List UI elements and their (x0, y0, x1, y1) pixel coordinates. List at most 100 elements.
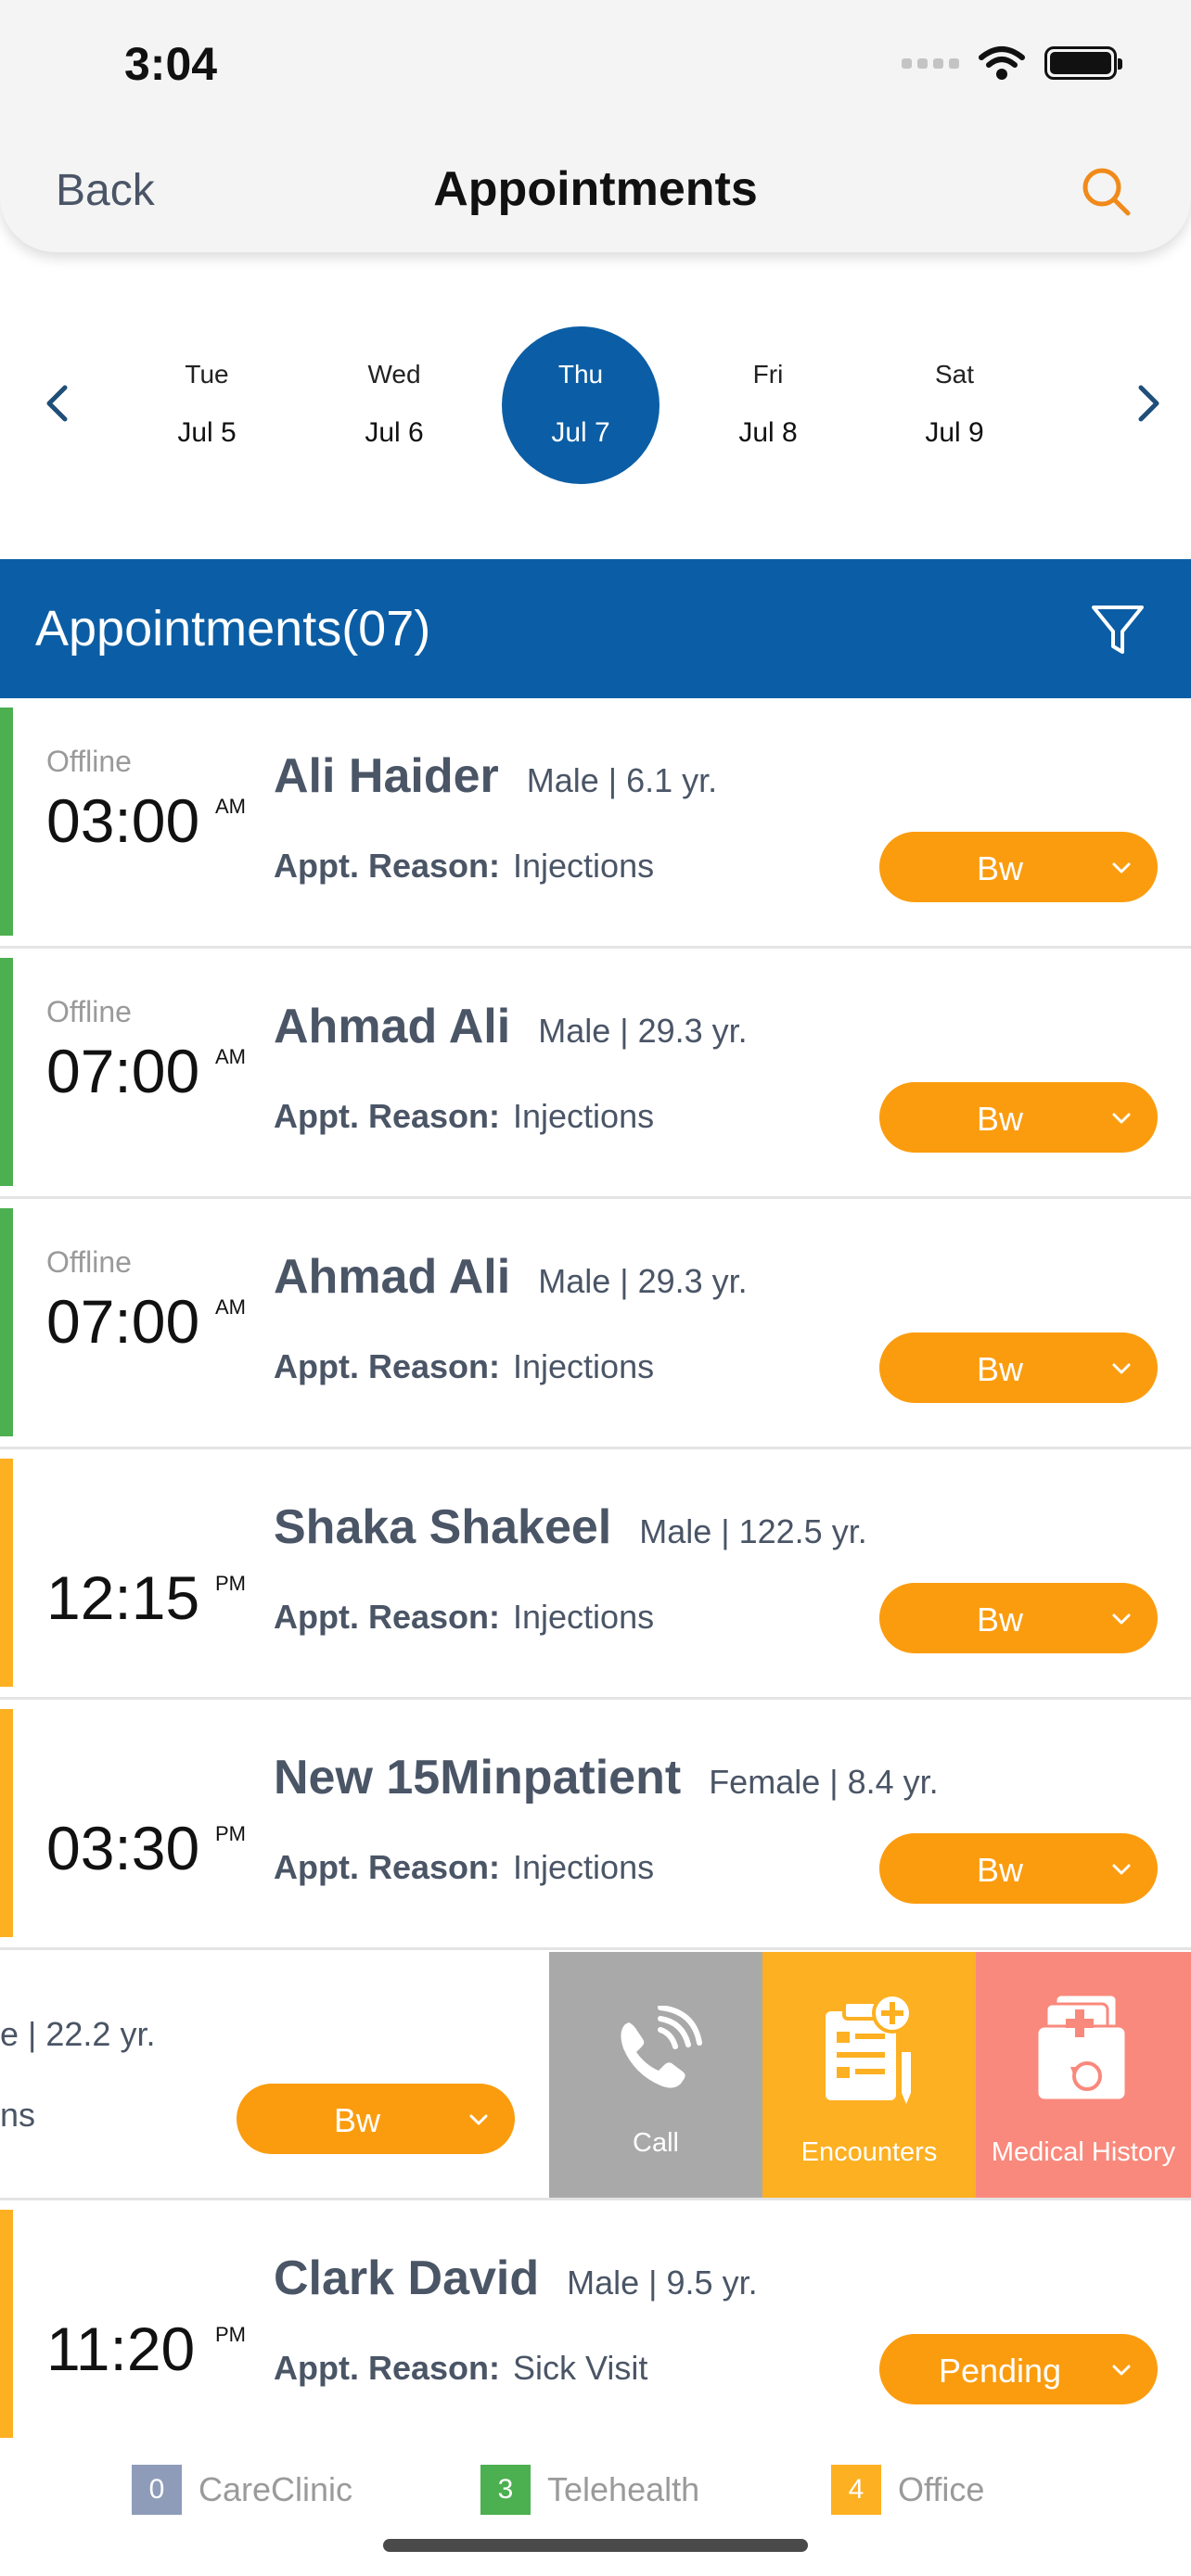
legend-label: Office (898, 2470, 985, 2508)
day-date: Jul 8 (738, 417, 798, 448)
status-time: 3:04 (124, 38, 218, 90)
type-indicator-telehealth (0, 1208, 13, 1436)
patient-name: Clark David Male | 9.5 yr. (274, 2251, 758, 2306)
chevron-left-icon[interactable] (35, 380, 82, 427)
reason-value: Sick Visit (513, 2349, 648, 2387)
appointment-time: 03:30 (46, 1814, 200, 1882)
legend-label: Telehealth (547, 2470, 700, 2508)
chevron-down-icon (1112, 1864, 1131, 1875)
status-value: Bw (333, 2101, 380, 2139)
status-value: Bw (976, 1851, 1023, 1889)
appointment-row[interactable]: 03:30 PM New 15Minpatient Female | 8.4 yr… (0, 1702, 1191, 1950)
status-dropdown[interactable]: Bw (879, 1082, 1158, 1153)
reason-value: Injections (513, 1097, 655, 1135)
reason-value: Injections (513, 1347, 655, 1385)
phone-icon (621, 2006, 702, 2088)
day-date: Jul 7 (551, 417, 610, 448)
legend-count-badge: 3 (480, 2465, 531, 2515)
status-value: Bw (976, 849, 1023, 887)
appointment-time: 12:15 (46, 1563, 200, 1632)
appointment-time: 03:00 (46, 786, 200, 855)
status-dropdown[interactable]: Bw (879, 1583, 1158, 1653)
appointment-ampm: AM (215, 795, 246, 818)
appointment-row[interactable]: Offline 07:00 AM Ahmad Ali Male | 29.3 yr… (0, 1201, 1191, 1449)
appointment-type-legend: 0 CareClinic 3 Telehealth 4 Office (0, 2448, 1191, 2531)
appointment-reason: Appt. Reason: Injections (274, 1598, 654, 1637)
appointment-ampm: AM (215, 1045, 246, 1068)
status-dropdown[interactable]: Bw (879, 1833, 1158, 1904)
encounters-clipboard-icon (826, 1993, 913, 2104)
appointment-row[interactable]: Offline 03:00 AM Ali Haider Male | 6.1 yr… (0, 700, 1191, 949)
appointment-mode: Offline (46, 745, 132, 778)
appointment-time: 11:20 (46, 2315, 196, 2383)
call-label: Call (633, 2128, 679, 2158)
encounters-button[interactable]: Encounters (762, 1952, 976, 2198)
appointment-mode: Offline (46, 995, 132, 1028)
patient-name-text: New 15Minpatient (274, 1751, 682, 1804)
day-date: Jul 6 (365, 417, 424, 448)
patient-demographics: Male | 29.3 yr. (538, 1262, 748, 1300)
nav-header: 3:04 Back Appointments (0, 0, 1191, 252)
appointments-section-header: Appointments(07) (0, 559, 1191, 698)
date-item-sat[interactable]: Sat Jul 9 (876, 326, 1033, 484)
chevron-right-icon[interactable] (1124, 380, 1171, 427)
cellular-signal-icon (902, 57, 959, 69)
legend-count-badge: 4 (831, 2465, 881, 2515)
patient-name-text: Ahmad Ali (274, 1000, 511, 1053)
legend-telehealth: 3 Telehealth (480, 2465, 699, 2515)
status-icons (902, 45, 1122, 82)
type-indicator-telehealth (0, 958, 13, 1186)
reason-label: Appt. Reason: (274, 2349, 501, 2387)
date-item-wed[interactable]: Wed Jul 6 (315, 326, 473, 484)
call-button[interactable]: Call (549, 1952, 762, 2198)
status-dropdown[interactable]: Bw (237, 2084, 515, 2154)
chevron-down-icon (1112, 1363, 1131, 1374)
patient-name-text: Shaka Shakeel (274, 1500, 612, 1554)
patient-name-text: Ali Haider (274, 749, 499, 803)
type-indicator-office (0, 1459, 13, 1687)
reason-value: Injections (513, 1598, 655, 1636)
patient-name: New 15Minpatient Female | 8.4 yr. (274, 1750, 939, 1805)
date-item-tue[interactable]: Tue Jul 5 (128, 326, 286, 484)
filter-icon[interactable] (1089, 600, 1146, 657)
status-dropdown[interactable]: Pending (879, 2334, 1158, 2404)
date-item-fri[interactable]: Fri Jul 8 (689, 326, 847, 484)
medical-history-icon (1035, 1993, 1128, 2102)
patient-demographics: Male | 122.5 yr. (639, 1512, 867, 1550)
status-dropdown[interactable]: Bw (879, 832, 1158, 902)
chevron-down-icon (1112, 862, 1131, 874)
swiped-row-content[interactable]: e | 22.2 yr. ns Bw (0, 1952, 549, 2198)
medical-history-button[interactable]: Medical History (976, 1952, 1191, 2198)
appointment-time: 07:00 (46, 1287, 200, 1356)
appointment-row[interactable]: Offline 07:00 AM Ahmad Ali Male | 29.3 yr… (0, 950, 1191, 1199)
appointment-ampm: AM (215, 1295, 246, 1319)
appointment-row[interactable]: 11:20 PM Clark David Male | 9.5 yr. Appt.… (0, 2202, 1191, 2451)
legend-label: CareClinic (198, 2470, 353, 2508)
appointment-ampm: PM (215, 1572, 246, 1595)
search-icon[interactable] (1078, 163, 1133, 219)
type-indicator-office (0, 2210, 13, 2438)
day-date: Jul 9 (925, 417, 984, 448)
reason-label: Appt. Reason: (274, 847, 501, 885)
reason-label: Appt. Reason: (274, 1848, 501, 1886)
medical-history-label: Medical History (991, 2137, 1176, 2167)
appointment-row[interactable]: 12:15 PM Shaka Shakeel Male | 122.5 yr. A… (0, 1451, 1191, 1700)
patient-name: Shaka Shakeel Male | 122.5 yr. (274, 1499, 867, 1555)
patient-name-text: Clark David (274, 2251, 540, 2305)
chevron-down-icon (1112, 2365, 1131, 2376)
home-indicator[interactable] (383, 2539, 808, 2552)
status-dropdown[interactable]: Bw (879, 1333, 1158, 1403)
day-of-week: Fri (752, 360, 784, 389)
reason-label: Appt. Reason: (274, 1598, 501, 1636)
date-item-thu-selected[interactable]: Thu Jul 7 (502, 326, 660, 484)
reason-value: ns (0, 2096, 36, 2134)
status-value: Bw (976, 1350, 1023, 1388)
appointment-reason: Appt. Reason: Injections (274, 847, 654, 886)
appointment-row-swiped[interactable]: e | 22.2 yr. ns Bw Call Encounters Medic… (0, 1952, 1191, 2200)
type-indicator-telehealth (0, 708, 13, 936)
reason-label: Appt. Reason: (274, 1347, 501, 1385)
battery-icon (1044, 46, 1122, 80)
reason-value: Injections (513, 847, 655, 885)
appointment-reason: Appt. Reason: Injections (274, 1848, 654, 1887)
appointment-ampm: PM (215, 2323, 246, 2346)
